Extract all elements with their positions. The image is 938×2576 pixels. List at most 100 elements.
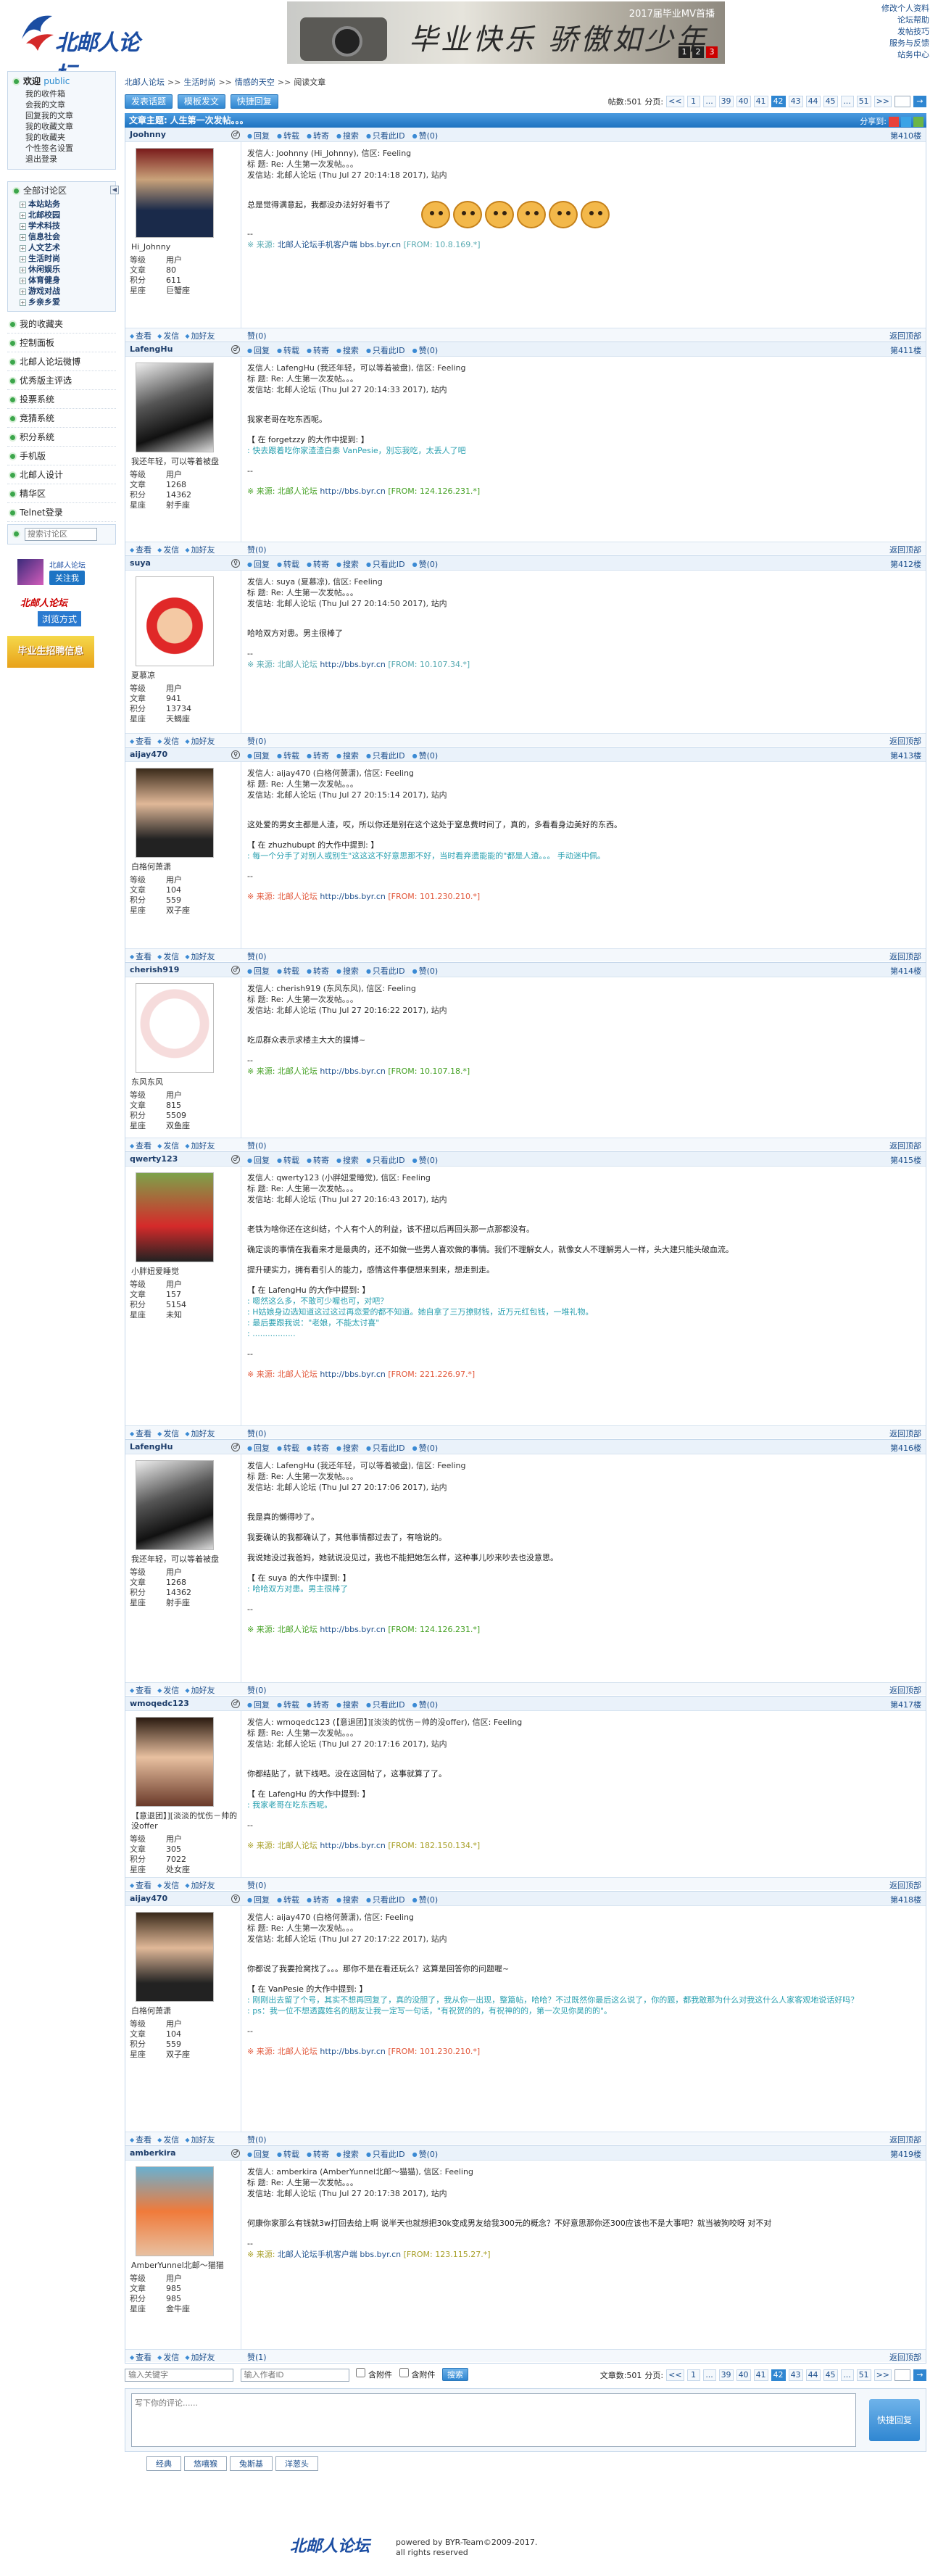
back-to-top-link[interactable]: 返回顶部	[889, 1879, 921, 1891]
promo-weibo[interactable]: 北邮人论坛 关注我	[7, 556, 107, 588]
board-item[interactable]: + 信息社会	[20, 231, 111, 242]
nav-design[interactable]: 北邮人设计	[7, 465, 116, 484]
keyword-input[interactable]	[125, 2369, 233, 2382]
toplink-tips[interactable]: 发帖技巧	[881, 26, 929, 38]
repost-button[interactable]: 转载	[277, 1154, 299, 1166]
toplink-help[interactable]: 论坛帮助	[881, 15, 929, 26]
floor-number[interactable]: 第410楼	[890, 130, 921, 141]
forward-button[interactable]: 转寄	[307, 130, 329, 141]
avatar[interactable]	[136, 576, 214, 666]
banner-page-3[interactable]: 3	[706, 46, 718, 58]
add-friend-button[interactable]: 加好友	[185, 1684, 215, 1696]
avatar[interactable]	[136, 1460, 214, 1550]
send-mail-button[interactable]: 发信	[157, 1684, 179, 1696]
banner-page-1[interactable]: 1	[678, 46, 690, 58]
banner-page-2[interactable]: 2	[692, 46, 704, 58]
search-posts-button[interactable]: 搜索	[442, 2368, 468, 2381]
page-link[interactable]: <<	[666, 2369, 684, 2381]
like-button[interactable]: 赞(0)	[412, 130, 439, 141]
promo-browse[interactable]: 北邮人论坛 浏览方式	[7, 594, 107, 631]
forward-button[interactable]: 转寄	[307, 1894, 329, 1905]
author-id-input[interactable]	[240, 2369, 349, 2382]
like-count-button[interactable]: 赞(0)	[247, 1879, 267, 1891]
post-author[interactable]: LafengHu	[130, 344, 173, 354]
renren-share-icon[interactable]	[913, 117, 924, 127]
nav-vote[interactable]: 投票系统	[7, 390, 116, 409]
back-to-top-link[interactable]: 返回顶部	[889, 1684, 921, 1696]
forward-button[interactable]: 转寄	[307, 558, 329, 570]
page-link[interactable]: 41	[753, 96, 768, 107]
page-link[interactable]: 40	[736, 96, 751, 107]
send-mail-button[interactable]: 发信	[157, 2351, 179, 2363]
avatar[interactable]	[136, 363, 214, 452]
add-friend-button[interactable]: 加好友	[185, 1879, 215, 1891]
like-count-button[interactable]: 赞(0)	[247, 1140, 267, 1151]
forward-button[interactable]: 转寄	[307, 1154, 329, 1166]
view-profile-button[interactable]: 查看	[130, 2134, 152, 2145]
expand-icon[interactable]: +	[20, 299, 26, 306]
send-mail-button[interactable]: 发信	[157, 1879, 179, 1891]
submit-reply-button[interactable]: 快捷回复	[869, 2399, 920, 2441]
search-button[interactable]: 搜索	[336, 1894, 359, 1905]
page-link[interactable]: 45	[823, 96, 838, 107]
page-link[interactable]: 39	[718, 96, 734, 107]
source-url-link[interactable]: http://bbs.byr.cn	[320, 660, 385, 669]
nav-moderator-vote[interactable]: 优秀版主评选	[7, 371, 116, 390]
search-button[interactable]: 搜索	[336, 344, 359, 356]
expand-icon[interactable]: +	[20, 256, 26, 262]
template-post-button[interactable]: 模板发文	[177, 94, 225, 109]
add-friend-button[interactable]: 加好友	[185, 1140, 215, 1151]
post-author[interactable]: amberkira	[130, 2148, 176, 2158]
follow-button[interactable]: 关注我	[49, 571, 85, 585]
view-profile-button[interactable]: 查看	[130, 1428, 152, 1439]
add-friend-button[interactable]: 加好友	[185, 544, 215, 555]
new-topic-button[interactable]: 发表话题	[125, 94, 173, 109]
post-author[interactable]: cherish919	[130, 965, 179, 974]
add-friend-button[interactable]: 加好友	[185, 330, 215, 341]
reply-button[interactable]: 回复	[247, 1154, 270, 1166]
source-url-link[interactable]: bbs.byr.cn	[360, 240, 401, 249]
avatar[interactable]	[136, 148, 214, 238]
like-count-button[interactable]: 赞(0)	[247, 1428, 267, 1439]
repost-button[interactable]: 转载	[277, 558, 299, 570]
send-mail-button[interactable]: 发信	[157, 951, 179, 962]
like-button[interactable]: 赞(0)	[412, 1894, 439, 1905]
expand-icon[interactable]: +	[20, 278, 26, 284]
source-url-link[interactable]: bbs.byr.cn	[360, 2250, 401, 2259]
repost-button[interactable]: 转载	[277, 130, 299, 141]
forward-button[interactable]: 转寄	[307, 750, 329, 761]
back-to-top-link[interactable]: 返回顶部	[889, 2134, 921, 2145]
search-button[interactable]: 搜索	[336, 1699, 359, 1710]
page-jump-input[interactable]	[895, 2369, 910, 2381]
reply-button[interactable]: 回复	[247, 1699, 270, 1710]
like-button[interactable]: 赞(0)	[412, 1699, 439, 1710]
repost-button[interactable]: 转载	[277, 2148, 299, 2160]
page-link[interactable]: 45	[823, 2369, 838, 2381]
view-profile-button[interactable]: 查看	[130, 1879, 152, 1891]
view-profile-button[interactable]: 查看	[130, 2351, 152, 2363]
back-to-top-link[interactable]: 返回顶部	[889, 2351, 921, 2363]
like-button[interactable]: 赞(0)	[412, 344, 439, 356]
back-to-top-link[interactable]: 返回顶部	[889, 951, 921, 962]
board-item[interactable]: + 乡亲乡爱	[20, 297, 111, 307]
expand-icon[interactable]: +	[20, 223, 26, 230]
reply-button[interactable]: 回复	[247, 558, 270, 570]
board-item[interactable]: + 学术科技	[20, 220, 111, 231]
reply-button[interactable]: 回复	[247, 130, 270, 141]
user-link-logout[interactable]: 退出登录	[12, 154, 111, 165]
source-site-link[interactable]: 北邮人论坛手机客户端	[278, 2250, 357, 2259]
board-item[interactable]: + 休闲娱乐	[20, 264, 111, 275]
page-go-icon[interactable]: →	[913, 96, 926, 107]
user-link-inbox[interactable]: 我的收件箱	[12, 88, 111, 99]
expand-icon[interactable]: +	[20, 245, 26, 252]
search-button[interactable]: 搜索	[336, 130, 359, 141]
user-link-favorites[interactable]: 我的收藏夹	[12, 132, 111, 143]
search-button[interactable]: 搜索	[336, 965, 359, 977]
back-to-top-link[interactable]: 返回顶部	[889, 1428, 921, 1439]
source-url-link[interactable]: http://bbs.byr.cn	[320, 486, 385, 496]
avatar[interactable]	[136, 1717, 214, 1807]
sidebar-collapse-icon[interactable]: ◀	[110, 186, 119, 194]
like-count-button[interactable]: 赞(1)	[247, 2351, 267, 2363]
send-mail-button[interactable]: 发信	[157, 1428, 179, 1439]
like-button[interactable]: 赞(0)	[412, 965, 439, 977]
